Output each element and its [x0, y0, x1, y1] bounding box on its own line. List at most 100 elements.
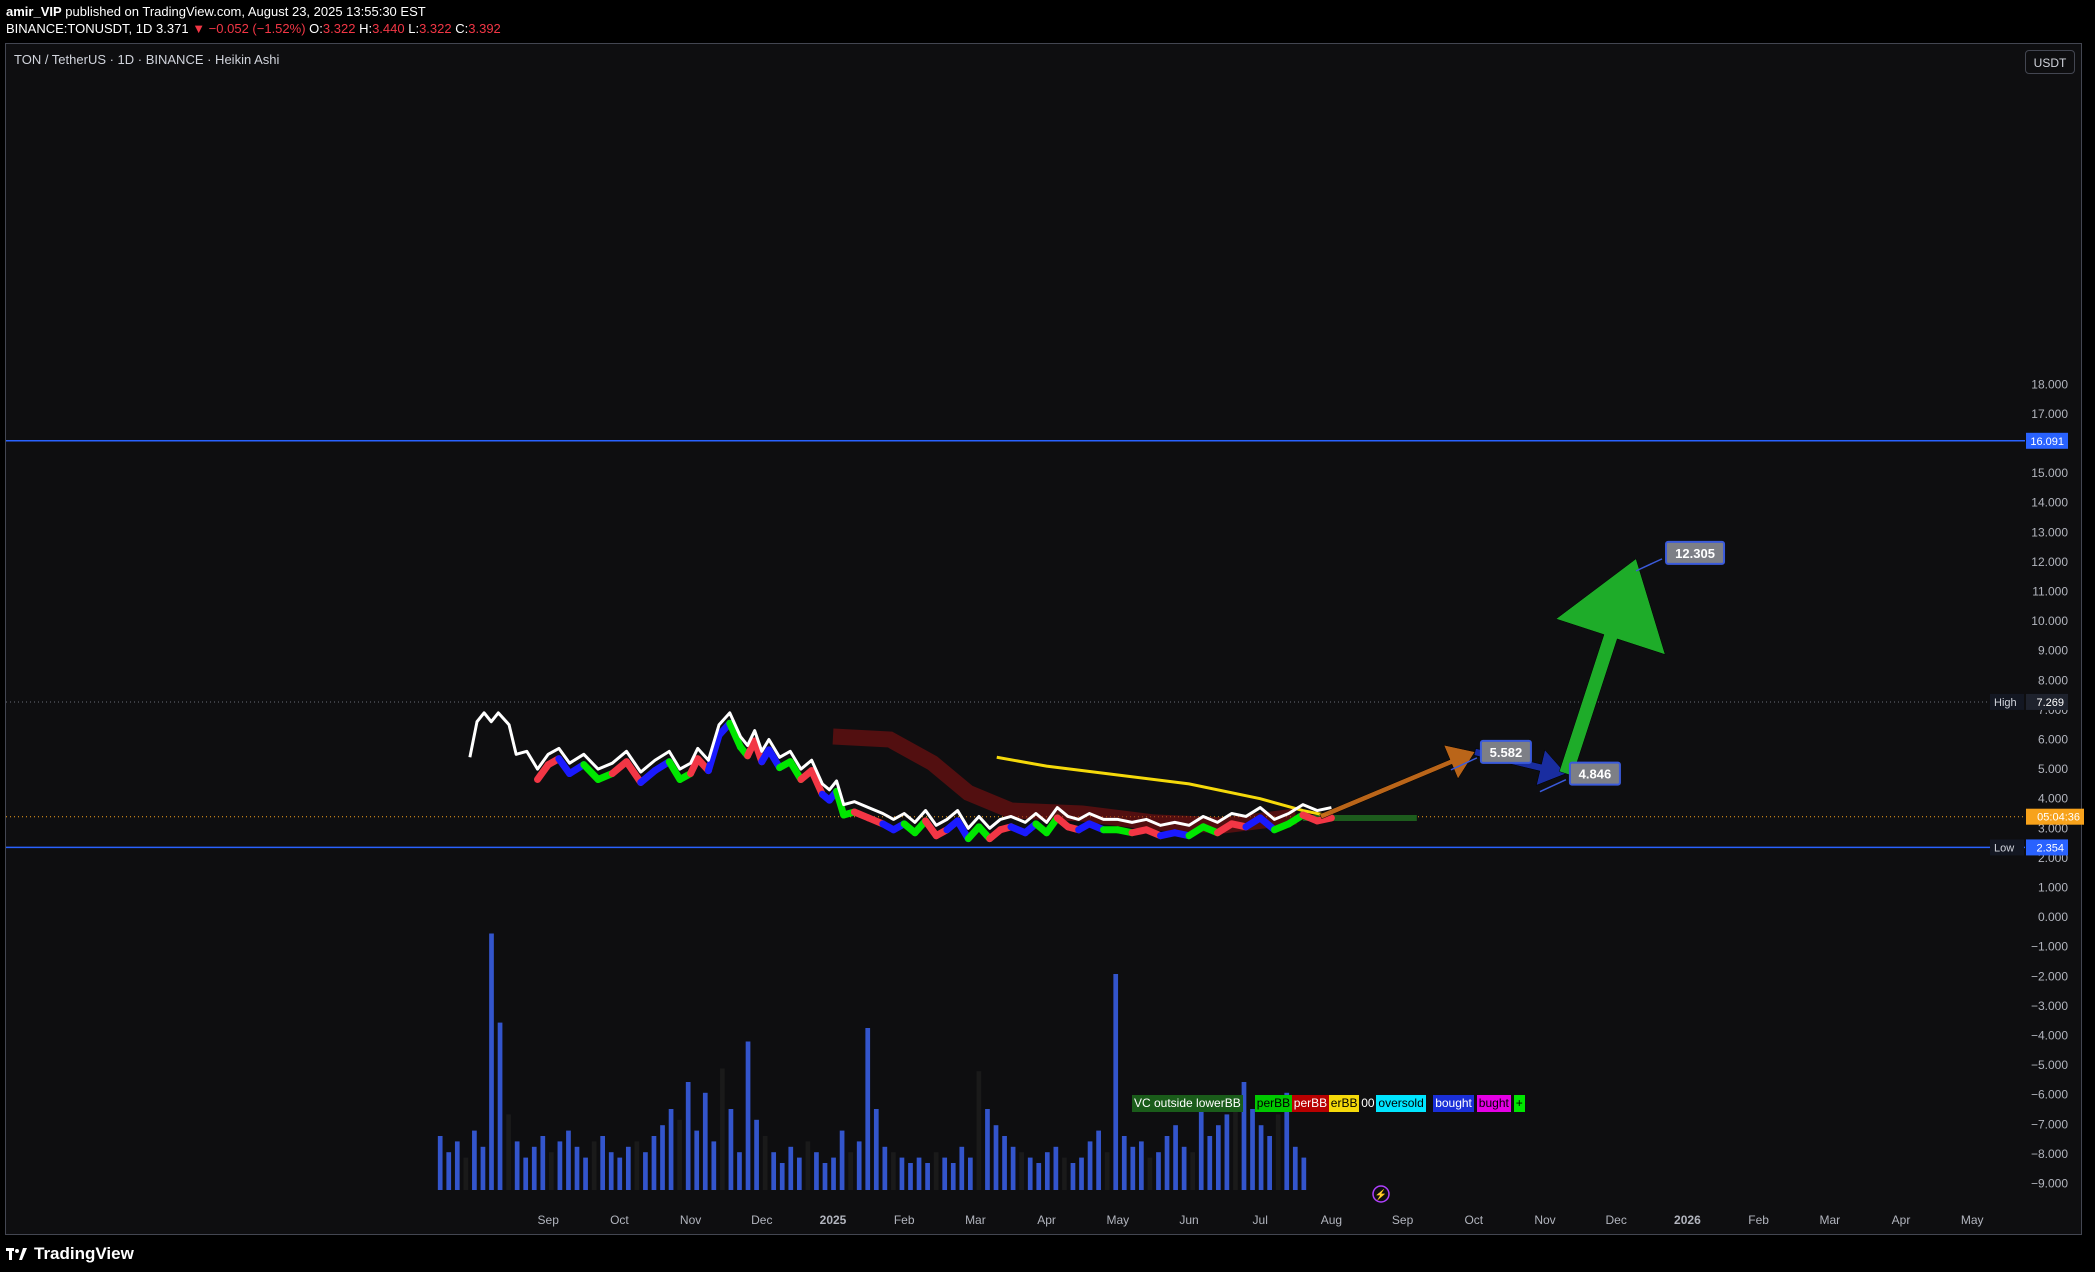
level-price-text: 2.354: [2036, 842, 2064, 854]
volume-bar: [993, 1125, 999, 1190]
brand-name: TradingView: [34, 1244, 134, 1263]
y-tick-label: 15.000: [2031, 466, 2068, 480]
volume-bar: [959, 1146, 965, 1190]
signal-strand-segment: [623, 758, 645, 786]
volume-bar: [574, 1146, 580, 1190]
volume-bar: [523, 1157, 529, 1190]
volume-bar: [1207, 1136, 1213, 1190]
y-tick-label: 13.000: [2031, 525, 2068, 539]
volume-bar: [1087, 1141, 1093, 1190]
volume-bar: [873, 1109, 879, 1190]
price-line[interactable]: [468, 711, 1332, 830]
legend-tag: perBB: [1291, 1095, 1330, 1112]
volume-bar: [950, 1163, 956, 1190]
volume-bar: [788, 1146, 794, 1190]
volume-bar: [506, 1114, 511, 1190]
volume-bar: [489, 933, 494, 1190]
legend-tag: bught: [1476, 1095, 1511, 1112]
y-tick-label: 1.000: [2038, 881, 2068, 895]
volume-bar: [1130, 1146, 1136, 1190]
volume-bar: [916, 1157, 922, 1190]
volume-bar: [608, 1152, 614, 1190]
volume-bar: [437, 1136, 443, 1190]
volume-bar: [677, 1119, 682, 1190]
x-tick-label: Jul: [1253, 1213, 1268, 1227]
price-chart[interactable]: 18.00017.00016.00015.00014.00013.00012.0…: [0, 0, 2095, 1272]
volume-bar: [805, 1141, 811, 1190]
target-connector: [1635, 558, 1663, 572]
y-tick-label: 10.000: [2031, 614, 2068, 628]
y-tick-label: 18.000: [2031, 377, 2068, 391]
volume-bar: [1113, 974, 1119, 1190]
volume-bar: [651, 1136, 657, 1190]
target-price-text: 5.582: [1490, 745, 1523, 760]
projection-arrow-up-orange[interactable]: [1319, 744, 1476, 820]
volume-bar: [531, 1146, 537, 1190]
y-tick-label: 0.000: [2038, 910, 2068, 924]
volume-bar: [942, 1157, 948, 1190]
y-tick-label: 8.000: [2038, 673, 2068, 687]
volume-bar: [480, 1146, 486, 1190]
x-tick-label: Sep: [538, 1213, 560, 1227]
volume-bar: [625, 1146, 631, 1190]
x-tick-label: May: [1961, 1213, 1984, 1227]
volume-bar: [1147, 1157, 1153, 1190]
volume-bar: [634, 1141, 640, 1190]
volume-bar: [540, 1136, 546, 1190]
legend-tag: erBB: [1328, 1095, 1360, 1112]
projection-arrow-up-green[interactable]: [1555, 558, 1666, 777]
x-tick-label: Mar: [965, 1213, 986, 1227]
volume-bar: [899, 1157, 905, 1190]
volume-bar: [848, 1152, 853, 1190]
volume-bar: [814, 1152, 819, 1190]
volume-bar: [454, 1141, 460, 1190]
volume-bar: [925, 1163, 930, 1190]
tradingview-logo[interactable]: TradingView: [6, 1242, 134, 1266]
volume-bar: [463, 1157, 469, 1190]
y-tick-label: 17.000: [2031, 407, 2068, 421]
x-tick-label: Nov: [1534, 1213, 1555, 1227]
volume-bar: [1173, 1125, 1178, 1190]
target-price-text: 4.846: [1579, 767, 1612, 782]
volume-bar: [968, 1157, 973, 1190]
volume-bar: [1044, 1152, 1050, 1190]
x-tick-label: Dec: [1606, 1213, 1627, 1227]
x-tick-label: 2025: [820, 1213, 847, 1227]
volume-bar: [1019, 1152, 1025, 1190]
volume-bar: [745, 1041, 751, 1190]
currency-button[interactable]: USDT: [2025, 50, 2075, 74]
volume-bar: [1104, 1152, 1110, 1190]
volume-bar: [694, 1130, 700, 1190]
volume-bar: [1096, 1130, 1101, 1190]
legend-tag: 00: [1359, 1095, 1377, 1112]
level-price-text: 7.269: [2036, 697, 2064, 709]
volume-bar: [514, 1141, 520, 1190]
volume-bar: [720, 1068, 725, 1190]
volume-bar: [771, 1152, 777, 1190]
volume-bar: [1036, 1163, 1042, 1190]
x-tick-label: Feb: [894, 1213, 915, 1227]
tradingview-logo-icon: [6, 1248, 27, 1260]
volume-bar: [1258, 1125, 1264, 1190]
legend-tag: VC outside lowerBB: [1132, 1095, 1243, 1112]
volume-bar: [728, 1109, 734, 1190]
volume-bar: [976, 1071, 982, 1190]
volume-bar: [856, 1141, 862, 1190]
x-tick-label: May: [1106, 1213, 1129, 1227]
volume-bar: [1121, 1136, 1127, 1190]
y-tick-label: −4.000: [2031, 1029, 2068, 1043]
target-price-text: 12.305: [1675, 546, 1715, 561]
volume-bar: [1079, 1157, 1084, 1190]
volume-bar: [643, 1152, 648, 1190]
y-tick-label: −9.000: [2031, 1177, 2068, 1191]
volume-bar: [549, 1152, 554, 1190]
signal-strand-segment: [1313, 814, 1335, 825]
volume-bar: [660, 1125, 665, 1190]
volume-bar: [1267, 1136, 1272, 1190]
volume-bar: [711, 1141, 717, 1190]
level-label: High: [1994, 697, 2017, 709]
volume-bar: [472, 1130, 477, 1190]
legend-tag: +: [1513, 1095, 1525, 1112]
level-price-text: 16.091: [2030, 436, 2064, 448]
volume-bar: [1198, 1109, 1204, 1190]
